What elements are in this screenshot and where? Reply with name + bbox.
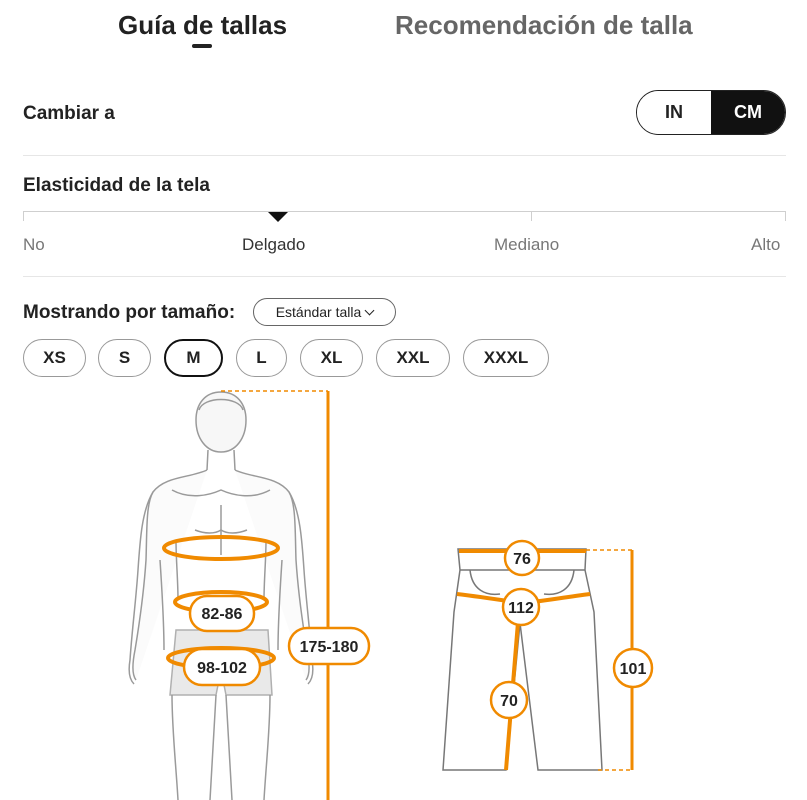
badge-body-height: 175-180 [287, 626, 371, 666]
scale-tick [531, 211, 532, 221]
tab-size-guide[interactable]: Guía de tallas [118, 10, 287, 41]
garment-length-value: 101 [620, 661, 647, 678]
elasticity-scale [23, 211, 786, 212]
tab-size-recommendation[interactable]: Recomendación de talla [395, 10, 693, 41]
garment-inseam-value: 70 [500, 693, 518, 710]
size-option-l[interactable]: L [236, 339, 287, 377]
size-option-m[interactable]: M [164, 339, 223, 377]
body-waist-value: 82-86 [202, 606, 243, 623]
badge-garment-hip: 112 [501, 587, 541, 627]
garment-hip-value: 112 [508, 600, 534, 617]
unit-toggle[interactable]: IN CM [636, 90, 786, 135]
measurement-diagrams: 82-86 98-102 175-180 76 112 70 101 [128, 390, 654, 800]
divider [23, 155, 786, 156]
scale-tick [785, 211, 786, 221]
body-hips-value: 98-102 [197, 660, 247, 677]
fabric-elasticity-title: Elasticidad de la tela [23, 175, 210, 196]
unit-switch-label: Cambiar a [23, 103, 115, 124]
tab-bar: Guía de tallas Recomendación de talla [0, 0, 807, 60]
showing-by-size-label: Mostrando por tamaño: [23, 302, 236, 323]
badge-body-waist: 82-86 [188, 594, 256, 633]
garment-waist-value: 76 [513, 551, 531, 568]
size-option-s[interactable]: S [98, 339, 151, 377]
unit-option-in[interactable]: IN [637, 91, 711, 134]
divider [23, 276, 786, 277]
elasticity-level-high: Alto [751, 235, 781, 254]
body-height-value: 175-180 [300, 639, 359, 656]
elasticity-marker-icon [268, 212, 288, 222]
size-option-xl[interactable]: XL [300, 339, 363, 377]
shorts-garment-icon [442, 548, 603, 771]
active-tab-indicator [192, 44, 212, 48]
badge-garment-length: 101 [612, 647, 654, 689]
size-standard-value: Estándar talla [275, 304, 362, 320]
elasticity-level-no: No [23, 235, 45, 254]
size-option-xxl[interactable]: XXL [376, 339, 450, 377]
badge-body-hips: 98-102 [182, 647, 262, 687]
size-option-xs[interactable]: XS [23, 339, 86, 377]
chevron-down-icon [364, 305, 375, 315]
badge-garment-waist: 76 [503, 539, 541, 577]
scale-tick [23, 211, 24, 221]
size-option-xxxl[interactable]: XXXL [463, 339, 549, 377]
size-standard-dropdown[interactable]: Estándar talla [253, 298, 396, 326]
unit-switch-row: Cambiar a IN CM [23, 90, 786, 136]
badge-garment-inseam: 70 [489, 680, 529, 720]
elasticity-level-thin: Delgado [242, 235, 306, 254]
unit-option-cm[interactable]: CM [711, 91, 785, 134]
elasticity-level-medium: Mediano [494, 235, 560, 254]
